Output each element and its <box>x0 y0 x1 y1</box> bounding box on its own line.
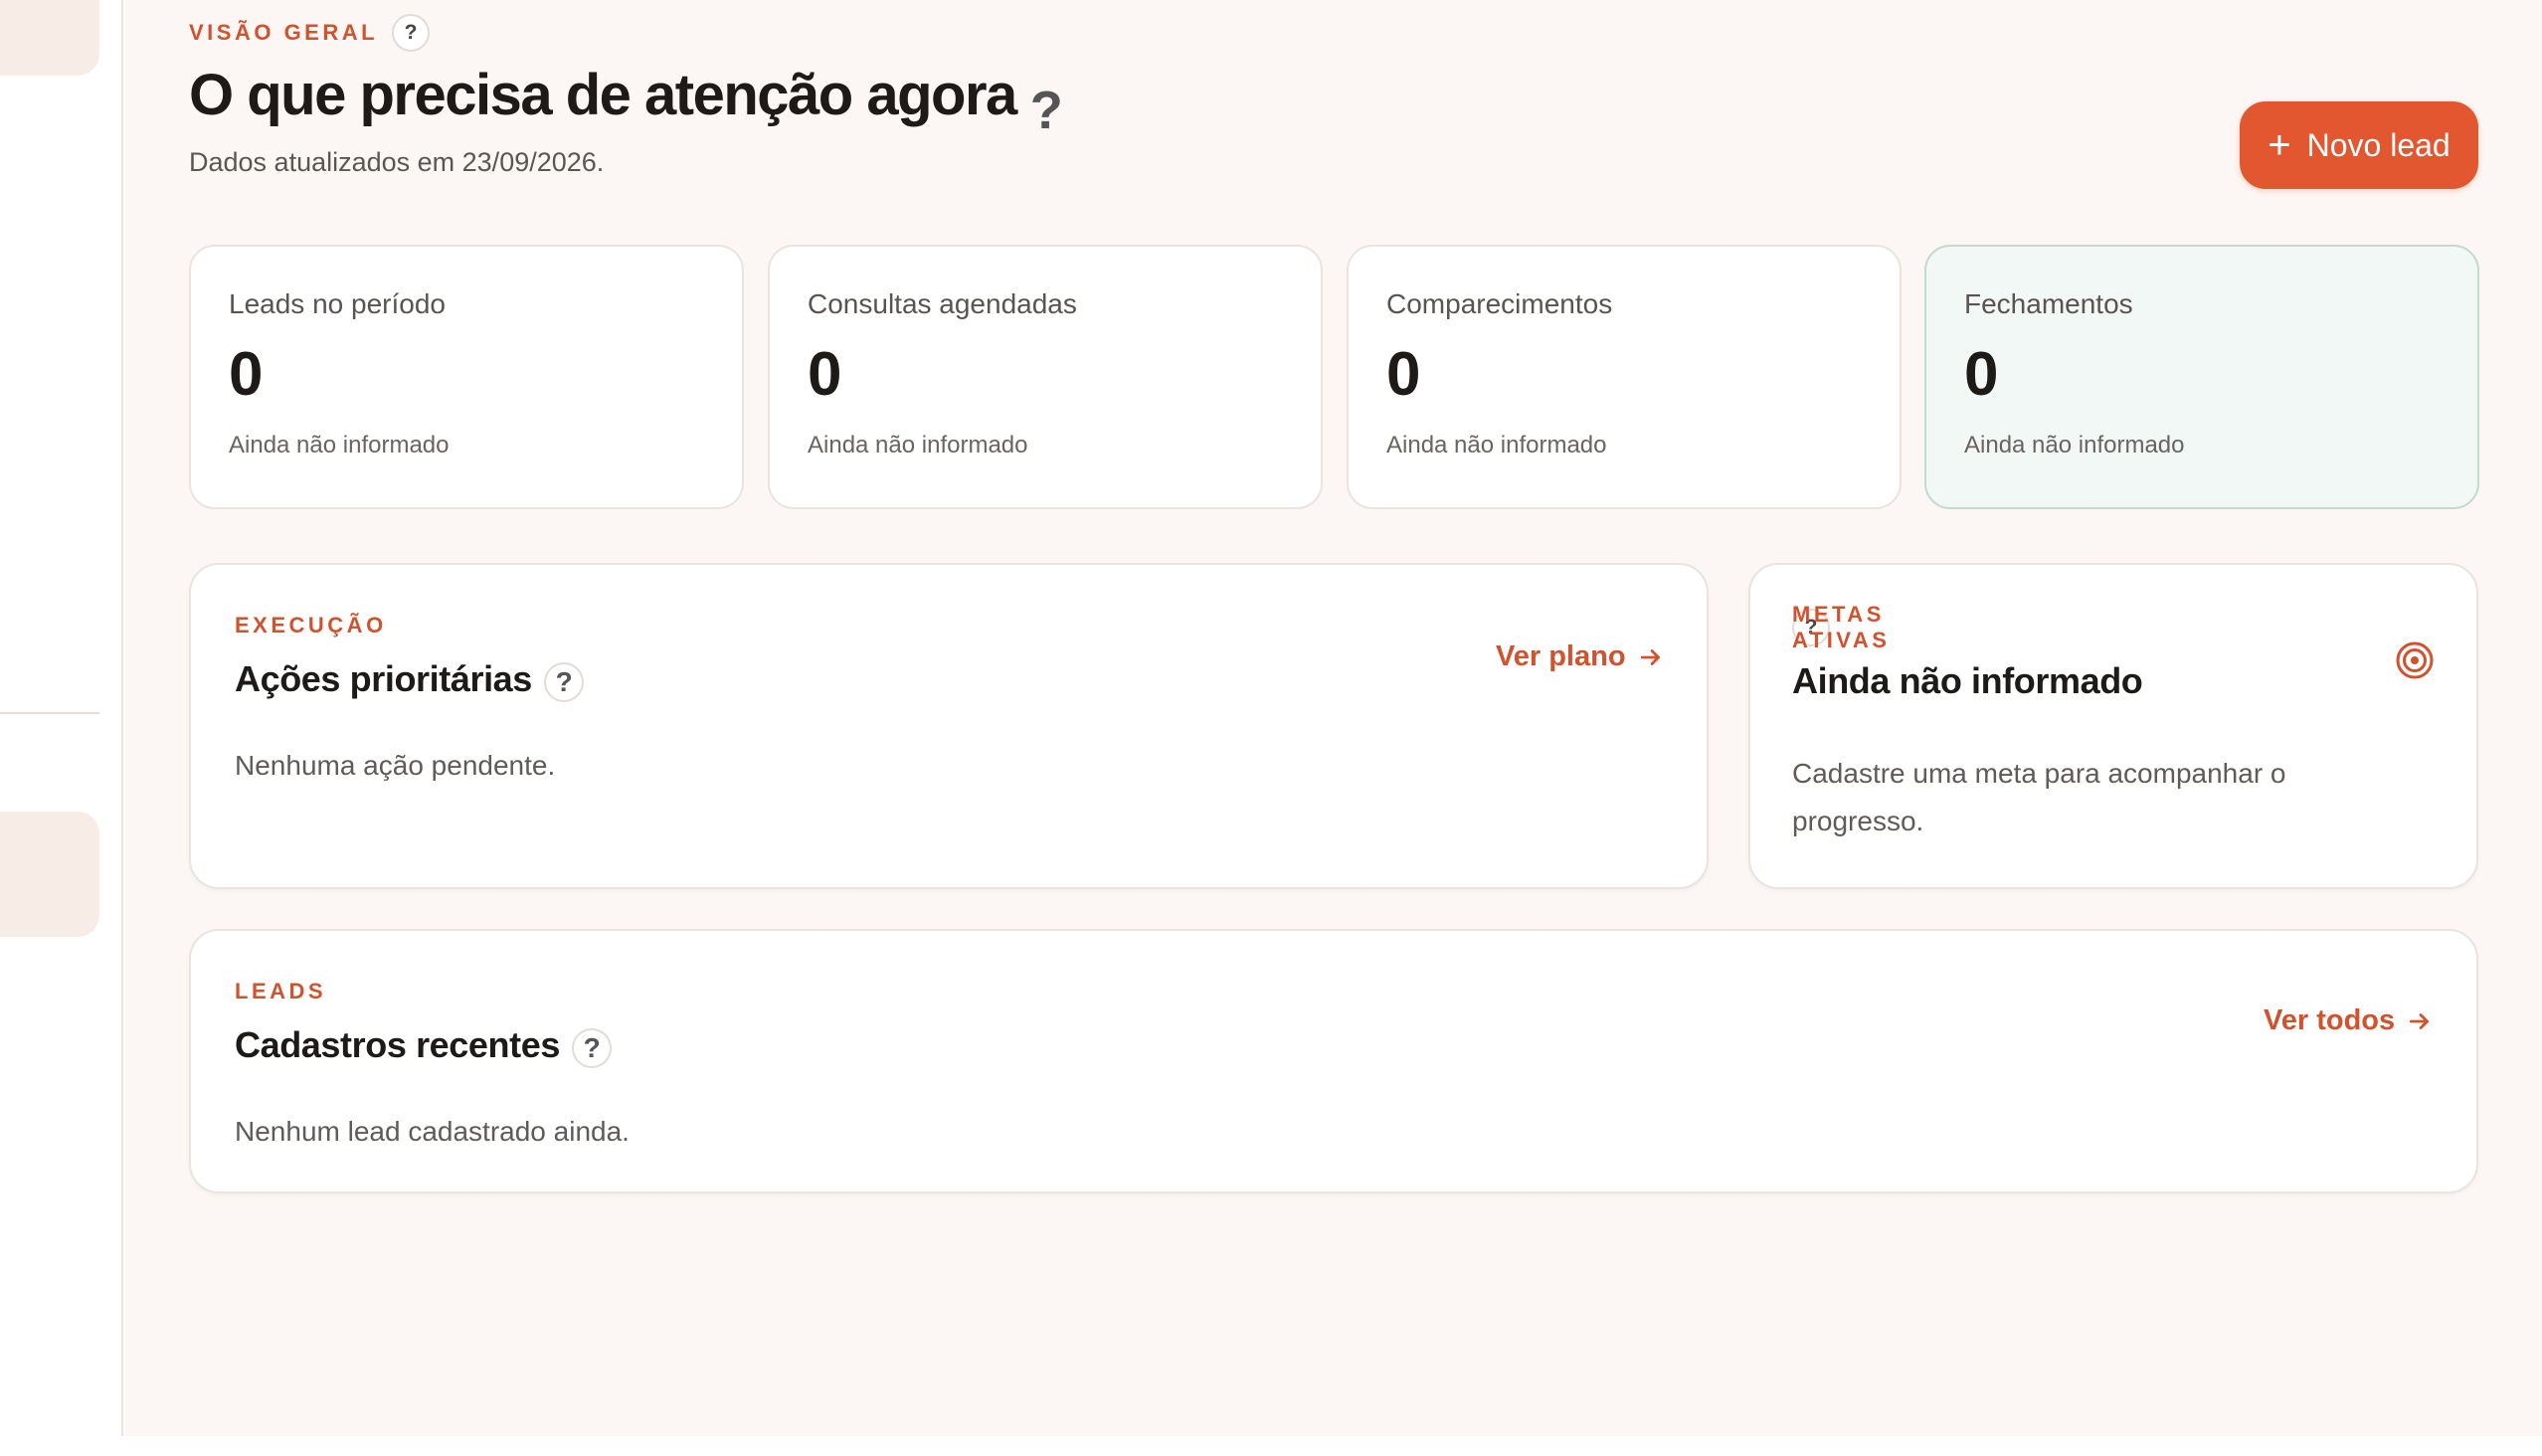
panel-title-text: Ações prioritárias <box>235 658 532 699</box>
metric-card-attendance: Comparecimentos 0 Ainda não informado <box>1347 245 1902 509</box>
plus-icon: + <box>2268 123 2291 167</box>
metric-card-closings: Fechamentos 0 Ainda não informado <box>1924 245 2479 509</box>
arrow-right-icon <box>2410 1012 2430 1029</box>
help-icon[interactable]: ? <box>543 662 584 702</box>
priority-actions-title: Ações prioritárias ? <box>235 656 584 702</box>
panel-title-text: Cadastros recentes <box>235 1024 560 1065</box>
goals-eyebrow: METAS ATIVAS <box>1792 602 1891 652</box>
view-plan-label: Ver plano <box>1496 640 1626 672</box>
arrow-right-icon <box>1640 648 1660 665</box>
metric-card-appointments: Consultas agendadas 0 Ainda não informad… <box>768 245 1323 509</box>
new-lead-button[interactable]: + Novo lead <box>2240 101 2478 189</box>
sidebar-divider <box>0 712 99 714</box>
metric-note: Ainda não informado <box>229 432 450 458</box>
metric-note: Ainda não informado <box>808 432 1028 458</box>
metric-label: Consultas agendadas <box>808 288 1077 319</box>
metric-value: 0 <box>1964 340 1999 409</box>
metric-note: Ainda não informado <box>1964 432 2185 458</box>
view-all-label: Ver todos <box>2264 1004 2396 1036</box>
leads-eyebrow: LEADS <box>235 979 327 1003</box>
active-goals-panel: METAS ATIVAS ? Ainda não informado Cadas… <box>1748 563 2478 889</box>
empty-state-text: Nenhum lead cadastrado ainda. <box>235 1116 630 1147</box>
page-title: O que precisa de atenção agora <box>189 63 1017 127</box>
goals-title: Ainda não informado <box>1792 660 2143 702</box>
metric-label: Leads no período <box>229 288 446 319</box>
metric-card-leads: Leads no período 0 Ainda não informado <box>189 245 744 509</box>
view-plan-link[interactable]: Ver plano <box>1496 640 1664 673</box>
priority-actions-panel: EXECUÇÃO Ações prioritárias ? Nenhuma aç… <box>189 563 1709 889</box>
sidebar <box>0 0 123 1436</box>
recent-leads-title: Cadastros recentes ? <box>235 1022 612 1068</box>
metric-label: Comparecimentos <box>1386 288 1613 319</box>
metric-value: 0 <box>808 340 842 409</box>
app-root: VISÃO GERAL ? O que precisa de atenção a… <box>0 0 2542 1456</box>
overview-eyebrow: VISÃO GERAL <box>189 20 379 45</box>
help-icon[interactable]: ? <box>392 14 431 52</box>
goals-body-text: Cadastre uma meta para acompanhar o prog… <box>1792 758 2286 836</box>
help-icon[interactable]: ? <box>571 1028 612 1068</box>
sidebar-nav-item[interactable] <box>0 812 99 937</box>
panel-title-text: Ainda não informado <box>1792 660 2143 701</box>
target-icon <box>2396 641 2434 679</box>
last-updated-text: Dados atualizados em 23/09/2026. <box>189 146 605 177</box>
new-lead-label: Novo lead <box>2306 126 2451 163</box>
recent-leads-panel: LEADS Cadastros recentes ? Nenhum lead c… <box>189 929 2478 1193</box>
empty-state-text: Nenhuma ação pendente. <box>235 750 556 781</box>
metric-label: Fechamentos <box>1964 288 2133 319</box>
view-all-link[interactable]: Ver todos <box>2264 1004 2433 1037</box>
sidebar-nav-item[interactable] <box>0 0 99 76</box>
bottom-strip <box>0 1436 2542 1456</box>
page-header: VISÃO GERAL ? O que precisa de atenção a… <box>189 14 1063 178</box>
metric-value: 0 <box>229 340 264 409</box>
metric-value: 0 <box>1386 340 1421 409</box>
help-icon[interactable]: ? <box>1030 84 1063 137</box>
metric-note: Ainda não informado <box>1386 432 1607 458</box>
execution-eyebrow: EXECUÇÃO <box>235 613 387 637</box>
